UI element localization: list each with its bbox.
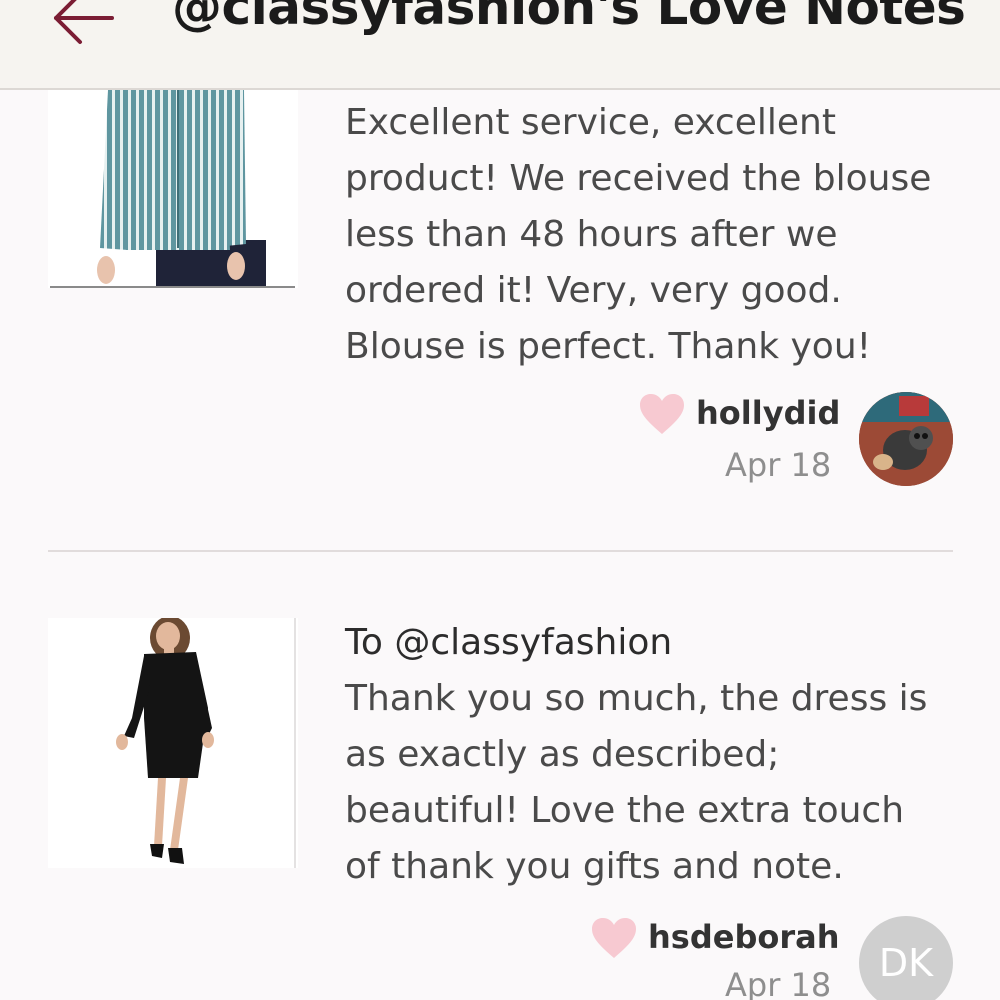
note-date: Apr 18 <box>725 446 832 484</box>
dress-image <box>116 618 214 864</box>
product-thumbnail-blouse[interactable] <box>48 90 298 288</box>
username-link[interactable]: hsdeborah <box>648 918 839 956</box>
note-text: Excellent service, excellent product! We… <box>345 102 932 367</box>
heart-icon[interactable] <box>590 916 638 960</box>
heart-icon[interactable] <box>638 392 686 436</box>
product-thumbnail-dress[interactable] <box>48 618 298 868</box>
avatar-initials: DK <box>878 941 934 985</box>
user-avatar[interactable]: DK <box>859 916 953 1000</box>
avatar-photo <box>859 392 953 486</box>
back-arrow-icon[interactable] <box>50 0 116 48</box>
love-notes-feed[interactable]: Excellent service, excellent product! We… <box>0 90 1000 1000</box>
note-recipient: To @classyfashion <box>345 622 673 663</box>
note-date: Apr 18 <box>725 966 832 1000</box>
note-text: Thank you so much, the dress is as exact… <box>345 678 928 887</box>
username-link[interactable]: hollydid <box>696 394 840 432</box>
blouse-image <box>97 90 266 288</box>
page-title: @classyfashion's Love Notes <box>172 0 966 36</box>
user-avatar[interactable] <box>859 392 953 486</box>
app-header: @classyfashion's Love Notes <box>0 0 1000 90</box>
note-divider <box>48 550 953 552</box>
